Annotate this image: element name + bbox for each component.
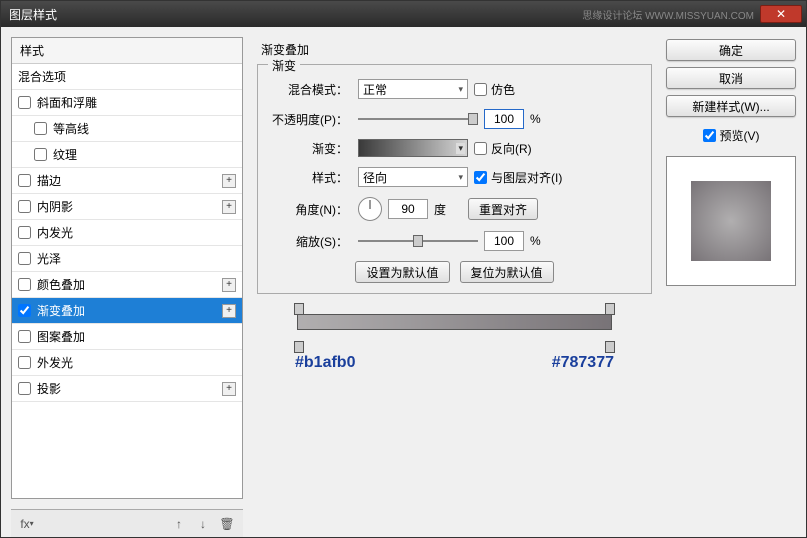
opacity-label: 不透明度(P)： <box>268 111 348 128</box>
footer-toolbar: fx▾ ↑ ↓ 🗑 <box>11 509 243 537</box>
preview-checkbox[interactable]: 预览(V) <box>666 127 796 144</box>
styles-header: 样式 <box>12 38 242 64</box>
add-icon[interactable]: + <box>222 278 236 292</box>
add-icon[interactable]: + <box>222 382 236 396</box>
move-up-icon[interactable]: ↑ <box>169 515 189 533</box>
style-item-3[interactable]: 描边+ <box>12 168 242 194</box>
blend-mode-select[interactable]: 正常 ▾ <box>358 79 468 99</box>
gradient-label: 渐变： <box>268 140 348 157</box>
new-style-button[interactable]: 新建样式(W)... <box>666 95 796 117</box>
style-item-8[interactable]: 渐变叠加+ <box>12 298 242 324</box>
trash-icon[interactable]: 🗑 <box>217 515 237 533</box>
style-item-4[interactable]: 内阴影+ <box>12 194 242 220</box>
color-stop-right[interactable] <box>605 341 615 353</box>
chevron-down-icon: ▾ <box>456 143 465 154</box>
blend-mode-label: 混合模式： <box>268 81 348 98</box>
blend-options-item[interactable]: 混合选项 <box>12 64 242 90</box>
settings-panel: 渐变叠加 渐变 混合模式： 正常 ▾ 仿色 不透明度(P)： <box>253 37 656 499</box>
set-default-button[interactable]: 设置为默认值 <box>355 261 449 283</box>
angle-input[interactable]: 90 <box>388 199 428 219</box>
opacity-slider[interactable] <box>358 113 478 125</box>
add-icon[interactable]: + <box>222 304 236 318</box>
style-item-1[interactable]: 等高线 <box>12 116 242 142</box>
color-stop-left[interactable] <box>294 341 304 353</box>
preview-swatch <box>691 181 771 261</box>
style-label: 样式： <box>268 169 348 186</box>
style-item-6[interactable]: 光泽 <box>12 246 242 272</box>
gradient-bar[interactable] <box>297 314 612 330</box>
opacity-stop-left[interactable] <box>294 303 304 315</box>
scale-slider[interactable] <box>358 235 478 247</box>
window-title: 图层样式 <box>5 6 57 23</box>
gradient-picker[interactable]: ▾ <box>358 139 468 157</box>
reverse-checkbox[interactable]: 反向(R) <box>474 140 532 157</box>
chevron-down-icon: ▾ <box>458 172 463 183</box>
ok-button[interactable]: 确定 <box>666 39 796 61</box>
cancel-button[interactable]: 取消 <box>666 67 796 89</box>
opacity-stop-right[interactable] <box>605 303 615 315</box>
style-item-9[interactable]: 图案叠加 <box>12 324 242 350</box>
hex-right: #787377 <box>552 354 614 372</box>
opacity-input[interactable]: 100 <box>484 109 524 129</box>
add-icon[interactable]: + <box>222 200 236 214</box>
fieldset-title: 渐变 <box>268 57 300 74</box>
style-item-7[interactable]: 颜色叠加+ <box>12 272 242 298</box>
style-item-11[interactable]: 投影+ <box>12 376 242 402</box>
reset-default-button[interactable]: 复位为默认值 <box>460 261 554 283</box>
chevron-down-icon: ▾ <box>458 84 463 95</box>
scale-label: 缩放(S)： <box>268 233 348 250</box>
style-select[interactable]: 径向 ▾ <box>358 167 468 187</box>
titlebar: 图层样式 思缘设计论坛 WWW.MISSYUAN.COM ✕ <box>1 1 806 27</box>
style-item-2[interactable]: 纹理 <box>12 142 242 168</box>
style-list: 斜面和浮雕等高线纹理描边+内阴影+内发光光泽颜色叠加+渐变叠加+图案叠加外发光投… <box>12 90 242 498</box>
action-panel: 确定 取消 新建样式(W)... 预览(V) <box>666 37 796 499</box>
reset-align-button[interactable]: 重置对齐 <box>468 198 538 220</box>
dither-checkbox[interactable]: 仿色 <box>474 81 515 98</box>
close-button[interactable]: ✕ <box>760 5 802 23</box>
move-down-icon[interactable]: ↓ <box>193 515 213 533</box>
scale-input[interactable]: 100 <box>484 231 524 251</box>
styles-panel: 样式 混合选项 斜面和浮雕等高线纹理描边+内阴影+内发光光泽颜色叠加+渐变叠加+… <box>11 37 243 499</box>
preview-box <box>666 156 796 286</box>
watermark: 思缘设计论坛 WWW.MISSYUAN.COM <box>582 7 754 22</box>
gradient-editor[interactable] <box>297 314 612 344</box>
add-icon[interactable]: + <box>222 174 236 188</box>
angle-label: 角度(N)： <box>268 201 348 218</box>
group-title: 渐变叠加 <box>257 41 652 58</box>
hex-left: #b1afb0 <box>295 354 355 372</box>
style-item-10[interactable]: 外发光 <box>12 350 242 376</box>
align-checkbox[interactable]: 与图层对齐(I) <box>474 169 562 186</box>
angle-dial[interactable] <box>358 197 382 221</box>
style-item-5[interactable]: 内发光 <box>12 220 242 246</box>
gradient-fieldset: 渐变 混合模式： 正常 ▾ 仿色 不透明度(P)： <box>257 64 652 294</box>
style-item-0[interactable]: 斜面和浮雕 <box>12 90 242 116</box>
fx-icon[interactable]: fx▾ <box>17 515 37 533</box>
